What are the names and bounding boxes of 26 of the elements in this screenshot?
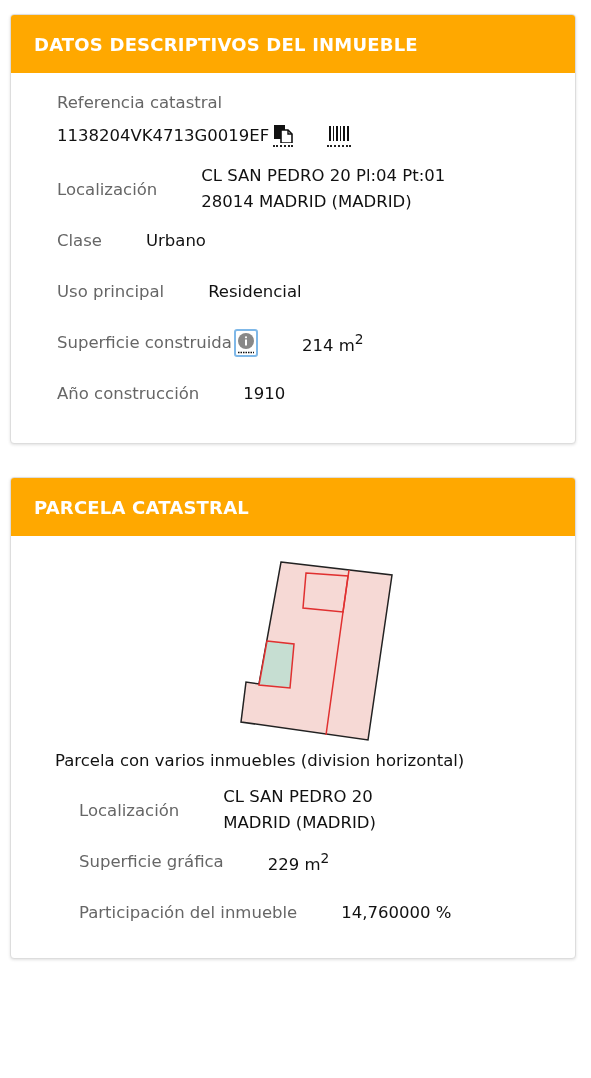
field-value: CL SAN PEDRO 20: [223, 786, 374, 808]
reference-value: 1138204VK4713G0019EF: [57, 125, 270, 147]
field-label: Uso principal: [57, 282, 165, 301]
field-label: Superficie gráfica: [79, 852, 224, 871]
info-button[interactable]: [233, 328, 258, 357]
field-value: 1910: [243, 382, 286, 405]
copy-icon[interactable]: [273, 125, 294, 147]
section-header: DATOS DESCRIPTIVOS DEL INMUEBLE: [11, 15, 575, 73]
field-label: Localización: [79, 800, 180, 820]
field-label: Localización: [57, 179, 158, 199]
field-value: 14,760000 %: [341, 901, 452, 924]
field-value: Urbano: [145, 229, 206, 252]
field-value: 214 m$^{2}$: [301, 330, 364, 357]
field-label: Participación del inmueble: [79, 903, 298, 922]
field-value: CL SAN PEDRO 20 Pl:04 Pt:01: [201, 165, 446, 187]
field-value: MADRID (MADRID): [223, 812, 376, 834]
field-value: Residencial: [208, 280, 302, 303]
parcel-description: Parcela con varios inmuebles (division horizontal): [55, 750, 466, 772]
field-value: 229 m$^{2}$: [267, 849, 330, 876]
section-header: PARCELA CATASTRAL: [11, 478, 575, 536]
field-label: Referencia catastral: [57, 93, 224, 112]
field-label: Clase: [57, 231, 102, 250]
field-value: 28014 MADRID (MADRID): [201, 191, 413, 213]
barcode-icon[interactable]: [327, 125, 352, 147]
field-label: Superficie construida: [57, 333, 232, 352]
field-label: Año construcción: [57, 384, 200, 403]
